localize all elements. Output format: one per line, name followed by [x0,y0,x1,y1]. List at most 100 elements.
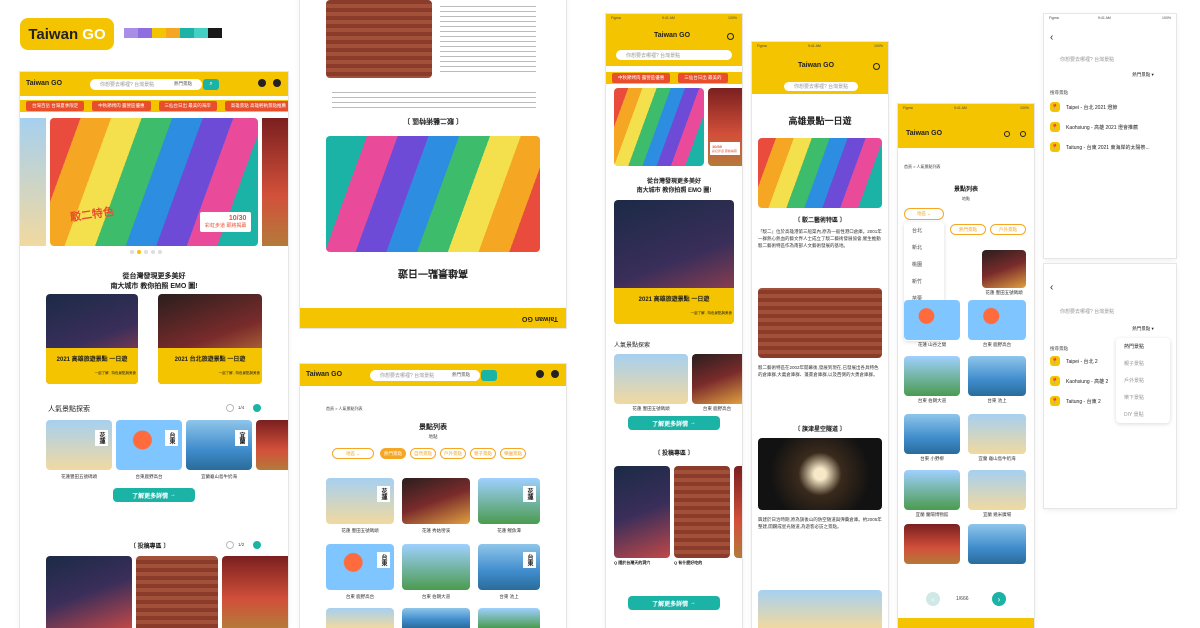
gear-icon[interactable] [727,33,734,40]
list-card[interactable] [478,608,540,628]
dropdown-option[interactable]: 桃園 [904,256,944,273]
more-details-button[interactable]: 了解更多詳情 → [113,488,195,502]
category-chip[interactable]: 戶外景點 [440,448,466,459]
header-logo[interactable]: Taiwan GO [906,130,942,137]
category-chip[interactable]: 戶外景點 [990,224,1026,235]
header-logo[interactable]: Taiwan GO [26,80,62,87]
carousel-dot[interactable] [158,250,162,254]
globe-icon[interactable] [551,370,559,378]
more-details-button[interactable]: 了解更多詳情 → [628,596,720,610]
gear-icon[interactable] [1020,131,1026,137]
dropdown-option[interactable]: 熱門景點 [1116,338,1170,355]
dropdown-option[interactable]: 台北 [904,222,944,239]
list-card[interactable]: 台東 [326,544,394,590]
header-logo[interactable]: Taiwan GO [306,371,342,378]
search-icon[interactable] [1004,131,1010,137]
dropdown-option[interactable]: DIY 景點 [1116,406,1170,423]
popular-card[interactable] [256,420,288,470]
gear-icon[interactable] [873,63,880,70]
list-card[interactable] [402,544,470,590]
category-chip[interactable]: 自然景點 [410,448,436,459]
hero-banner[interactable] [614,88,704,166]
list-card[interactable] [904,470,960,510]
list-card[interactable]: 花蓮 [326,478,394,524]
category-select[interactable]: 熱門景點 ▾ [1116,324,1170,334]
footer-logo[interactable]: Taiwan GO [522,315,558,322]
dropdown-option[interactable]: 樂下景點 [1116,389,1170,406]
submit-prev-button[interactable] [226,541,234,549]
list-card[interactable] [968,300,1026,340]
feature-card-kaohsiung[interactable]: 2021 高雄旅遊景點 一日遊 一起了解 , 特色景點與美食 [46,294,138,384]
user-icon[interactable] [536,370,544,378]
carousel-dot[interactable] [151,250,155,254]
region-select[interactable]: 地區 ⌄ [332,448,374,459]
submit-card[interactable] [136,556,218,628]
breadcrumb[interactable]: 首頁 > 人氣景點列表 [326,406,363,412]
popular-prev-button[interactable] [226,404,234,412]
popular-next-button[interactable] [253,404,261,412]
submit-card[interactable] [46,556,132,628]
popular-card[interactable] [614,354,688,404]
list-card[interactable]: 台東 [478,544,540,590]
list-card[interactable] [968,356,1026,396]
ticker-item[interactable]: 三仙台日出 最美的海岸 [158,101,217,111]
dropdown-option[interactable]: 親子景點 [1116,355,1170,372]
list-card[interactable] [968,524,1026,564]
popular-card[interactable]: 宜蘭 [186,420,252,470]
submit-card[interactable] [674,466,730,558]
list-card[interactable] [904,524,960,564]
search-input[interactable]: 你想要去哪裡? 台灣景點 [784,82,858,91]
list-card[interactable] [904,300,960,340]
feature-card-cta[interactable]: 一起了解 , 特色景點與美食 [160,371,260,376]
category-select[interactable]: 熱門景點 ▾ [1116,70,1170,80]
search-category-select[interactable]: 熱門景點 [174,81,192,87]
pagination-next-button[interactable]: › [992,592,1006,606]
ticker-item[interactable]: 中秋節烤肉 露營區優惠 [92,101,151,111]
submit-card[interactable] [222,556,288,628]
user-icon[interactable] [258,79,266,87]
list-card[interactable] [904,356,960,396]
hero-banner[interactable]: 駁二特色 10/30 彩虹步道 即將揭幕 [50,118,258,246]
ticker-item[interactable]: 中秋節烤肉 露營區優惠 [612,73,671,83]
search-result-item[interactable]: 📍 Kaohsiung - 高雄 2021 燈會推薦 [1050,122,1170,132]
category-chip[interactable]: 親子景點 [470,448,496,459]
category-chip[interactable]: 熱門景點 [380,448,406,459]
search-input[interactable]: 你想要去哪裡? 台灣景點 [616,50,732,60]
feature-card-cta[interactable]: 一起了解 , 特色景點與美食 [48,371,136,376]
globe-icon[interactable] [273,79,281,87]
search-result-item[interactable]: 📍 Taitung - 台東 2021 東海岸的太陽祭... [1050,142,1170,152]
category-chip[interactable]: 樂園景點 [500,448,526,459]
header-logo[interactable]: Taiwan GO [798,62,834,69]
search-button[interactable] [481,370,497,381]
search-button[interactable]: ⌕ [203,79,219,90]
search-input[interactable]: 你想要去哪裡? 台灣景點 [1050,306,1170,317]
feature-card[interactable]: 2021 高雄旅遊景點 一日遊 一起了解 , 特色景點與美食 [614,200,734,324]
back-arrow-icon[interactable]: ‹ [1050,32,1053,43]
list-card[interactable] [402,478,470,524]
region-select[interactable]: 地區 ⌄ [904,208,944,220]
list-card[interactable] [402,608,470,628]
submit-card[interactable] [734,466,742,558]
popular-card[interactable]: 台東 [116,420,182,470]
header-logo[interactable]: Taiwan GO [654,32,690,39]
list-card[interactable] [904,414,960,454]
list-card[interactable] [968,470,1026,510]
submit-next-button[interactable] [253,541,261,549]
submit-card[interactable] [614,466,670,558]
pagination-prev-button[interactable]: ‹ [926,592,940,606]
feature-card-taipei[interactable]: 2021 台北旅遊景點 一日遊 一起了解 , 特色景點與美食 [158,294,262,384]
list-card[interactable] [968,414,1026,454]
carousel-dot[interactable] [137,250,141,254]
popular-card[interactable] [692,354,742,404]
list-card[interactable] [982,250,1026,288]
list-card[interactable]: 花蓮 [478,478,540,524]
search-category-select[interactable]: 熱門景點 [452,372,470,378]
ticker-item[interactable]: 三仙台日出 最美的 [678,73,728,83]
category-chip[interactable]: 熱門景點 [950,224,986,235]
dropdown-option[interactable]: 新竹 [904,273,944,290]
list-card[interactable] [326,608,394,628]
dropdown-option[interactable]: 新北 [904,239,944,256]
ticker-item[interactable]: 台灣百岳 台灣夏季限定 [26,101,85,111]
popular-card[interactable]: 花蓮 [46,420,112,470]
back-arrow-icon[interactable]: ‹ [1050,282,1053,293]
